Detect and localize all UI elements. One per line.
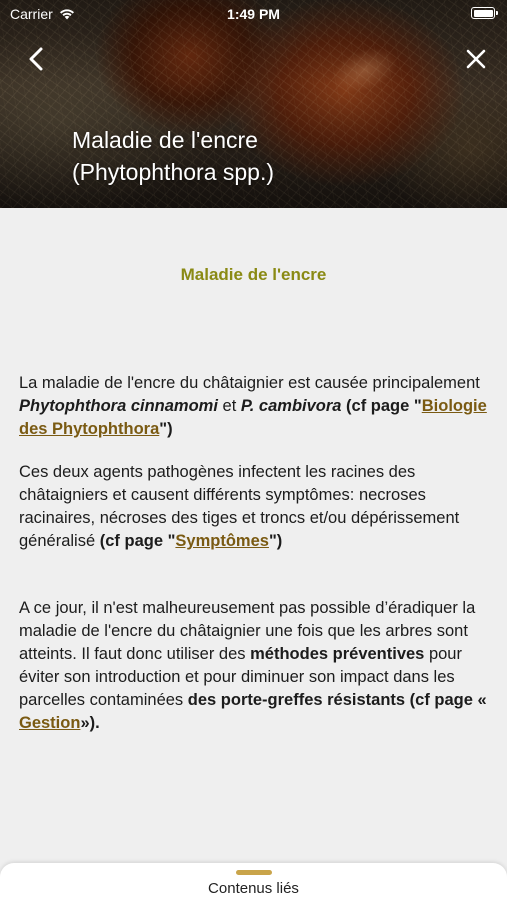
text: et: [217, 397, 241, 415]
back-button[interactable]: [22, 44, 52, 74]
related-content-sheet[interactable]: Contenus liés: [0, 863, 507, 900]
reference-text: "): [159, 420, 173, 438]
link-symptomes[interactable]: Symptômes: [175, 532, 269, 550]
emphasis-text: méthodes préventives: [250, 645, 425, 663]
header-image: Carrier 1:49 PM Maladie de l'encre (Phyt…: [0, 0, 507, 208]
reference-text: (cf page ": [341, 397, 422, 415]
paragraph-symptoms: Ces deux agents pathogènes infectent les…: [19, 461, 494, 553]
page-title-line1: Maladie de l'encre: [72, 127, 258, 153]
section-heading: Maladie de l'encre: [180, 265, 327, 284]
close-button[interactable]: [461, 44, 491, 74]
sheet-drag-handle[interactable]: [236, 870, 272, 875]
related-content-label[interactable]: Contenus liés: [0, 880, 507, 897]
emphasis-text: des porte-greffes résistants (cf page «: [187, 691, 487, 709]
reference-text: "): [268, 532, 283, 550]
text: La maladie de l'encre du châtaignier est…: [19, 374, 480, 392]
species-name: P. cambivora: [240, 397, 342, 415]
close-icon: [466, 49, 486, 69]
clock: 1:49 PM: [227, 6, 280, 22]
link-gestion[interactable]: Gestion: [19, 714, 80, 732]
paragraph-prevention: A ce jour, il n'est malheureusement pas …: [19, 597, 494, 735]
battery-icon: [471, 7, 498, 19]
paragraph-intro: La maladie de l'encre du châtaignier est…: [19, 372, 494, 441]
reference-text: »).: [80, 714, 100, 732]
status-bar: Carrier 1:49 PM: [0, 0, 507, 28]
page-title-line2: (Phytophthora spp.): [72, 159, 275, 185]
page-title: Maladie de l'encre (Phytophthora spp.): [72, 124, 274, 188]
reference-text: (cf page ": [99, 532, 176, 550]
species-name: Phytophthora cinnamomi: [19, 397, 218, 415]
chevron-left-icon: [29, 47, 43, 71]
